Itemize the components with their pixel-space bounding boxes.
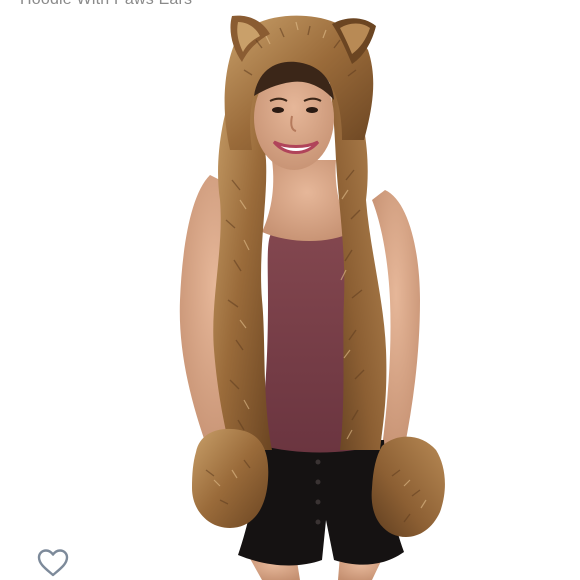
product-photo[interactable] — [0, 0, 580, 580]
fur-paw-left — [192, 428, 269, 528]
like-button[interactable] — [34, 546, 72, 580]
heart-outline-icon — [37, 549, 69, 577]
product-image-view: Hoodie With Paws Ears — [0, 0, 580, 580]
model-face — [254, 61, 334, 170]
fur-paw-right — [371, 436, 445, 538]
